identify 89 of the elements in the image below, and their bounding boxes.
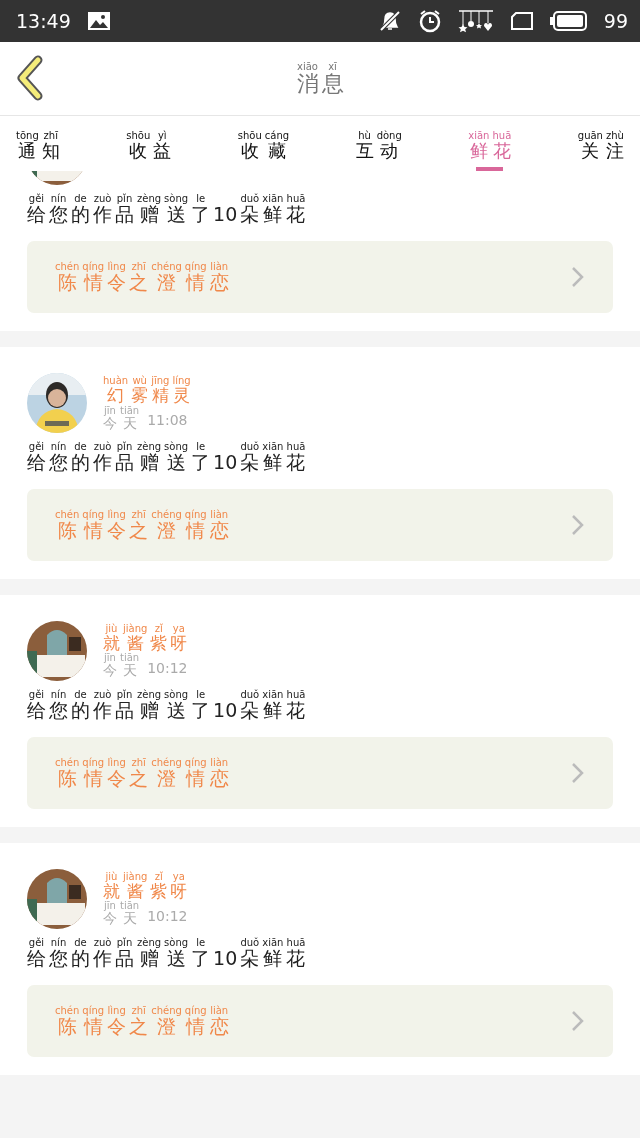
message-character: sòng 送 [164,936,189,969]
message-character: duǒ 朵 [240,193,260,225]
time-text: 10:12 [147,906,188,926]
name-character: jiàng 酱 [123,622,148,653]
battery-icon [549,10,588,32]
message-character: zèng 赠 [137,193,162,225]
name-character: jiù 就 [103,622,120,653]
message-character: huā 花 [286,688,306,721]
battery-level: 99 [603,8,628,34]
tab[interactable]: xiān 鲜 huā 花 [468,130,512,171]
name-character: zǐ 紫 [150,622,168,653]
image-icon [86,11,111,31]
message-character: xiān 鲜 [262,688,284,721]
date-character: jīn 今 [103,404,117,431]
message-character: nín 您 [49,688,68,721]
chevron-icon [571,513,585,536]
chevron-icon [571,1009,585,1032]
name-character: ya 呀 [170,622,188,653]
message-character: zèng 赠 [137,936,162,969]
message-character: huā 花 [286,936,306,969]
name-character: jiù 就 [103,870,120,901]
message-character: xiān 鲜 [262,936,284,969]
alarm-clock-icon [417,9,442,33]
message-character: nín 您 [49,936,68,969]
tab[interactable]: shōu 收 yì 益 [126,130,172,171]
number-text: 10 [213,699,238,721]
message-character: duǒ 朵 [240,936,260,969]
sim-card-icon [509,11,534,31]
name-character: jīng 精 [151,374,170,405]
time-text: 11:08 [147,410,188,430]
date-character: tiān 天 [120,900,140,927]
message-character: duǒ 朵 [240,688,260,721]
message-character: zèng 赠 [137,440,162,473]
chevron-icon [571,761,585,784]
message-character: huā 花 [286,193,306,225]
message-character: le 了 [191,688,211,721]
hanging-stars-icon [457,9,494,33]
name-character: huàn 幻 [103,374,129,405]
name-character: zǐ 紫 [150,870,168,901]
message-character: zuò 作 [93,936,112,969]
message-character: de 的 [71,688,90,721]
message-character: de 的 [71,193,90,225]
message-character: sòng 送 [164,193,189,225]
tab[interactable]: shōu 收 cáng 藏 [237,130,290,171]
message-character: zuò 作 [93,440,112,473]
date-character: tiān 天 [120,404,140,431]
number-text: 10 [213,947,238,969]
date-character: jīn 今 [103,900,117,927]
message-character: zèng 赠 [137,688,162,721]
message-character: zuò 作 [93,193,112,225]
number-text: 10 [213,204,238,225]
number-text: 10 [213,451,238,473]
message-character: nín 您 [49,440,68,473]
title-character: xiāo 消 [296,60,319,97]
date-character: tiān 天 [120,652,140,679]
message-character: de 的 [71,440,90,473]
name-character: líng 灵 [172,374,191,405]
message-character: de 的 [71,936,90,969]
time-text: 10:12 [147,658,188,678]
status-time: 13:49 [16,8,71,34]
message-character: gěi 给 [27,936,46,969]
name-character: jiàng 酱 [123,870,148,901]
title-character: xī 息 [321,60,344,97]
date-character: jīn 今 [103,652,117,679]
name-character: wù 雾 [131,374,149,405]
message-character: le 了 [191,936,211,969]
message-character: pǐn 品 [115,440,134,473]
muted-bell-icon [377,9,402,33]
message-character: duǒ 朵 [240,440,260,473]
message-character: zuò 作 [93,688,112,721]
message-character: huā 花 [286,440,306,473]
message-character: le 了 [191,193,211,225]
name-character: ya 呀 [170,870,188,901]
message-character: pǐn 品 [115,688,134,721]
message-character: sòng 送 [164,688,189,721]
message-character: xiān 鲜 [262,440,284,473]
message-character: nín 您 [49,193,68,225]
message-character: sòng 送 [164,440,189,473]
message-character: gěi 给 [27,440,46,473]
message-character: le 了 [191,440,211,473]
message-character: pǐn 品 [115,936,134,969]
message-character: pǐn 品 [115,193,134,225]
tab[interactable]: tōng 通 zhī 知 [16,130,60,171]
chevron-icon [571,265,585,288]
tab[interactable]: hù 互 dòng 动 [355,130,402,171]
message-character: gěi 给 [27,193,46,225]
message-character: xiān 鲜 [262,193,284,225]
message-character: gěi 给 [27,688,46,721]
tab[interactable]: guān 关 zhù 注 [577,130,624,171]
